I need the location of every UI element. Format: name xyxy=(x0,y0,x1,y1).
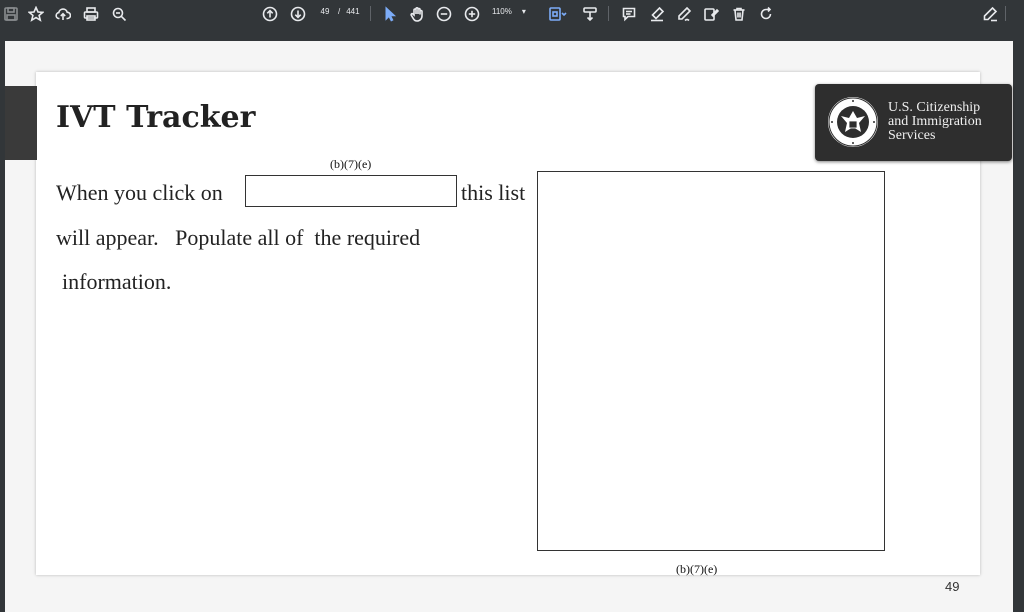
delete-icon[interactable] xyxy=(728,3,750,25)
body-line-2: will appear. Populate all of the require… xyxy=(56,225,421,250)
page-separator: / xyxy=(338,7,341,16)
select-arrow-icon[interactable] xyxy=(379,3,401,25)
sign-icon[interactable] xyxy=(979,3,1001,25)
draw-icon[interactable] xyxy=(673,3,695,25)
chevron-down-icon: ▾ xyxy=(521,7,526,16)
zoom-out-icon[interactable] xyxy=(433,3,455,25)
zoom-in-icon[interactable] xyxy=(461,3,483,25)
zoom-dropdown[interactable]: 110% ▾ xyxy=(492,7,526,16)
page-counter: 49 / 441 xyxy=(318,7,360,16)
body-line-3: information. xyxy=(62,269,172,294)
logo-line-3: Services xyxy=(888,128,936,143)
highlight-icon[interactable] xyxy=(646,3,668,25)
edit-text-icon[interactable] xyxy=(700,3,722,25)
hand-tool-icon[interactable] xyxy=(406,3,428,25)
slide-accent-bar xyxy=(5,86,37,160)
page-number-input[interactable]: 49 xyxy=(318,7,332,16)
logo-line-2: and Immigration xyxy=(888,114,982,129)
slide-title: IVT Tracker xyxy=(56,100,256,135)
cloud-upload-icon[interactable] xyxy=(52,3,74,25)
body-line-1b: this list xyxy=(461,180,526,205)
redaction-label-top: (b)(7)(e) xyxy=(330,157,372,171)
fit-page-icon[interactable] xyxy=(545,3,571,25)
redaction-label-bottom: (b)(7)(e) xyxy=(676,562,718,576)
redacted-box-inline xyxy=(245,175,457,207)
rotate-icon[interactable] xyxy=(755,3,777,25)
star-icon[interactable] xyxy=(25,3,47,25)
prev-page-icon[interactable] xyxy=(259,3,281,25)
zoom-search-icon[interactable] xyxy=(108,3,130,25)
save-icon[interactable] xyxy=(0,3,22,25)
toolbar-divider xyxy=(1005,6,1006,21)
body-line-1a: When you click on xyxy=(56,180,223,205)
dhs-seal-icon xyxy=(828,97,878,147)
page-number-label: 49 xyxy=(945,579,960,594)
next-page-icon[interactable] xyxy=(287,3,309,25)
logo-line-1: U.S. Citizenship xyxy=(888,100,981,115)
zoom-value: 110% xyxy=(492,7,512,16)
download-tray-icon[interactable] xyxy=(579,3,601,25)
redacted-box-list xyxy=(537,171,885,551)
toolbar-divider xyxy=(370,6,371,21)
print-icon[interactable] xyxy=(80,3,102,25)
uscis-logo-text: U.S. Citizenship and Immigration Service… xyxy=(888,101,982,143)
page-total: 441 xyxy=(346,7,360,16)
pdf-toolbar: 49 / 441 110% ▾ xyxy=(0,0,1024,27)
toolbar-divider xyxy=(608,6,609,21)
comment-icon[interactable] xyxy=(618,3,640,25)
